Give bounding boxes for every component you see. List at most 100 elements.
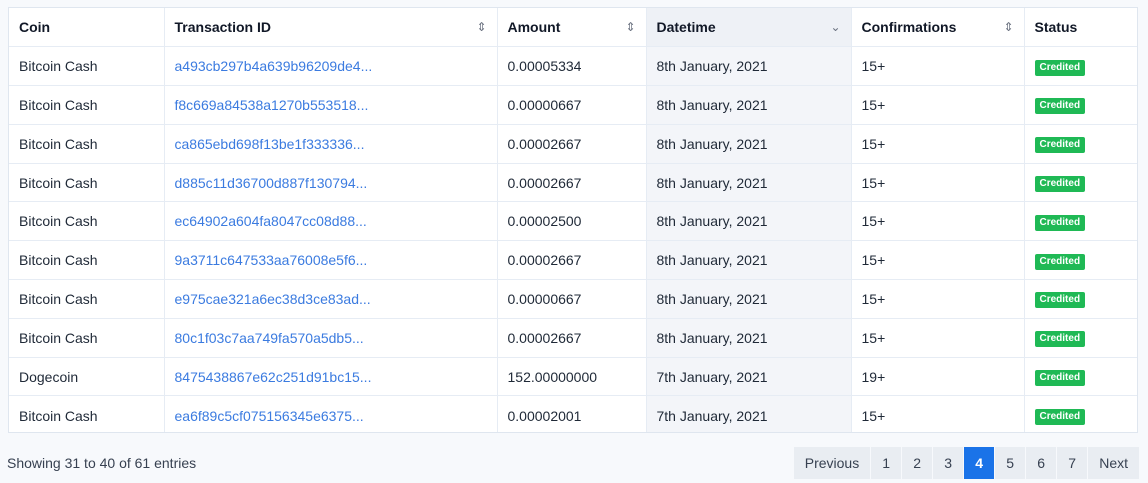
datetime-cell: 8th January, 2021	[646, 240, 852, 281]
confirmations-cell: 19+	[861, 368, 886, 385]
datetime-cell: 8th January, 2021	[656, 252, 768, 269]
confirmations-cell: 15+	[861, 174, 886, 191]
transaction-id-cell: f8c669a84538a1270b553518...	[164, 85, 498, 125]
transaction-id-cell: d885c11d36700d887f130794...	[164, 163, 498, 203]
transaction-id-link[interactable]: 8475438867e62c251d91bc15...	[175, 369, 372, 385]
datetime-cell: 7th January, 2021	[646, 395, 852, 432]
coin-cell: Bitcoin Cash	[19, 174, 98, 191]
status-cell: Credited	[1024, 85, 1137, 125]
coin-cell: Bitcoin Cash	[19, 135, 98, 152]
transaction-id-link[interactable]: e975cae321a6ec38d3ce83ad...	[175, 291, 371, 307]
coin-cell: Bitcoin Cash	[19, 329, 98, 346]
column-header-coin[interactable]: Coin	[9, 8, 165, 48]
column-header-confirmations[interactable]: Confirmations ⇕	[851, 8, 1025, 48]
datetime-cell: 8th January, 2021	[646, 85, 852, 125]
amount-cell: 152.00000000	[507, 368, 598, 385]
transaction-id-link[interactable]: 80c1f03c7aa749fa570a5db5...	[175, 330, 364, 346]
pagination-next-button[interactable]: Next	[1088, 447, 1140, 479]
table-row: Bitcoin Cash f8c669a84538a1270b553518... 0…	[9, 85, 1137, 125]
column-header-datetime[interactable]: Datetime ⌄	[646, 8, 852, 48]
column-header-label: Datetime	[656, 19, 716, 36]
confirmations-cell: 15+	[861, 252, 886, 269]
confirmations-cell: 15+	[851, 163, 1025, 203]
pagination-page-6[interactable]: 6	[1026, 447, 1058, 479]
datetime-cell: 8th January, 2021	[656, 96, 768, 113]
datetime-cell: 8th January, 2021	[656, 174, 768, 191]
coin-cell: Bitcoin Cash	[19, 252, 98, 269]
coin-cell: Bitcoin Cash	[9, 240, 165, 281]
column-header-label: Coin	[19, 19, 51, 36]
amount-cell: 0.00002667	[507, 252, 582, 269]
pagination-page-1[interactable]: 1	[871, 447, 903, 479]
column-header-label: Amount	[507, 19, 561, 36]
datetime-cell: 7th January, 2021	[646, 357, 852, 397]
datetime-cell: 8th January, 2021	[656, 290, 768, 307]
confirmations-cell: 15+	[861, 213, 886, 230]
transactions-table-card: Coin Transaction ID ⇕ Amount ⇕ Datetime …	[8, 7, 1138, 433]
confirmations-cell: 15+	[851, 279, 1025, 319]
sort-descending-icon[interactable]: ⌄	[830, 20, 840, 34]
table-row: Bitcoin Cash d885c11d36700d887f130794... 0…	[9, 163, 1137, 203]
pagination-previous-button[interactable]: Previous	[793, 447, 872, 479]
coin-cell: Bitcoin Cash	[9, 124, 165, 164]
datetime-cell: 7th January, 2021	[656, 407, 768, 424]
confirmations-cell: 15+	[861, 96, 886, 113]
sort-icon[interactable]: ⇕	[625, 20, 635, 34]
pagination-page-5[interactable]: 5	[995, 447, 1027, 479]
confirmations-cell: 15+	[851, 201, 1025, 242]
amount-cell: 152.00000000	[497, 357, 647, 397]
amount-cell: 0.00002500	[497, 201, 647, 242]
transaction-id-link[interactable]: 9a3711c647533aa76008e5f6...	[175, 252, 368, 268]
status-cell: Credited	[1024, 201, 1137, 242]
transaction-id-link[interactable]: ec64902a604fa8047cc08d88...	[175, 213, 367, 229]
status-badge: Credited	[1034, 59, 1086, 76]
coin-cell: Bitcoin Cash	[9, 85, 165, 125]
amount-cell: 0.00002001	[497, 395, 647, 432]
amount-cell: 0.00002001	[507, 407, 582, 424]
transaction-id-link[interactable]: a493cb297b4a639b96209de4...	[175, 58, 373, 74]
transaction-id-cell: ca865ebd698f13be1f333336...	[164, 124, 498, 164]
coin-cell: Dogecoin	[9, 357, 165, 397]
column-header-status[interactable]: Status	[1024, 8, 1137, 48]
status-badge: Credited	[1034, 409, 1086, 426]
transaction-id-cell: 9a3711c647533aa76008e5f6...	[164, 240, 498, 281]
table-row: Bitcoin Cash 9a3711c647533aa76008e5f6... 0…	[9, 240, 1137, 281]
datetime-cell: 8th January, 2021	[656, 135, 768, 152]
column-header-amount[interactable]: Amount ⇕	[497, 8, 647, 48]
status-cell: Credited	[1024, 318, 1137, 358]
transaction-id-link[interactable]: ca865ebd698f13be1f333336...	[175, 136, 365, 152]
datetime-cell: 7th January, 2021	[656, 368, 768, 385]
coin-cell: Bitcoin Cash	[9, 163, 165, 203]
status-badge: Credited	[1034, 137, 1086, 154]
status-cell: Credited	[1024, 240, 1137, 281]
transaction-id-link[interactable]: f8c669a84538a1270b553518...	[175, 97, 369, 113]
transaction-id-link[interactable]: d885c11d36700d887f130794...	[175, 175, 368, 191]
pagination: Previous 1234567 Next	[793, 447, 1140, 479]
transaction-id-link[interactable]: ea6f89c5cf075156345e6375...	[175, 408, 364, 424]
transaction-id-cell: ea6f89c5cf075156345e6375...	[164, 395, 498, 432]
datetime-cell: 8th January, 2021	[646, 124, 852, 164]
table-row: Bitcoin Cash ec64902a604fa8047cc08d88... 0…	[9, 201, 1137, 242]
status-cell: Credited	[1024, 396, 1137, 432]
coin-cell: Bitcoin Cash	[19, 58, 98, 75]
transaction-id-cell: e975cae321a6ec38d3ce83ad...	[164, 279, 498, 319]
transaction-id-cell: 80c1f03c7aa749fa570a5db5...	[164, 318, 498, 358]
pagination-page-7[interactable]: 7	[1057, 447, 1089, 479]
pagination-page-3[interactable]: 3	[933, 447, 965, 479]
coin-cell: Bitcoin Cash	[9, 201, 165, 242]
pagination-page-4[interactable]: 4	[964, 447, 996, 479]
status-badge: Credited	[1034, 253, 1086, 270]
pagination-page-2[interactable]: 2	[902, 447, 934, 479]
amount-cell: 0.00005334	[507, 58, 582, 75]
status-cell: Credited	[1024, 279, 1137, 319]
status-cell: Credited	[1024, 124, 1137, 164]
sort-icon[interactable]: ⇕	[1003, 20, 1013, 34]
column-header-txid[interactable]: Transaction ID ⇕	[164, 8, 498, 48]
amount-cell: 0.00005334	[497, 46, 647, 87]
confirmations-cell: 15+	[851, 85, 1025, 125]
sort-icon[interactable]: ⇕	[476, 20, 486, 34]
status-cell: Credited	[1024, 163, 1137, 203]
transaction-id-cell: a493cb297b4a639b96209de4...	[164, 46, 498, 87]
table-header-row: Coin Transaction ID ⇕ Amount ⇕ Datetime …	[9, 8, 1137, 48]
table-row: Dogecoin 8475438867e62c251d91bc15... 152.0…	[9, 357, 1137, 397]
